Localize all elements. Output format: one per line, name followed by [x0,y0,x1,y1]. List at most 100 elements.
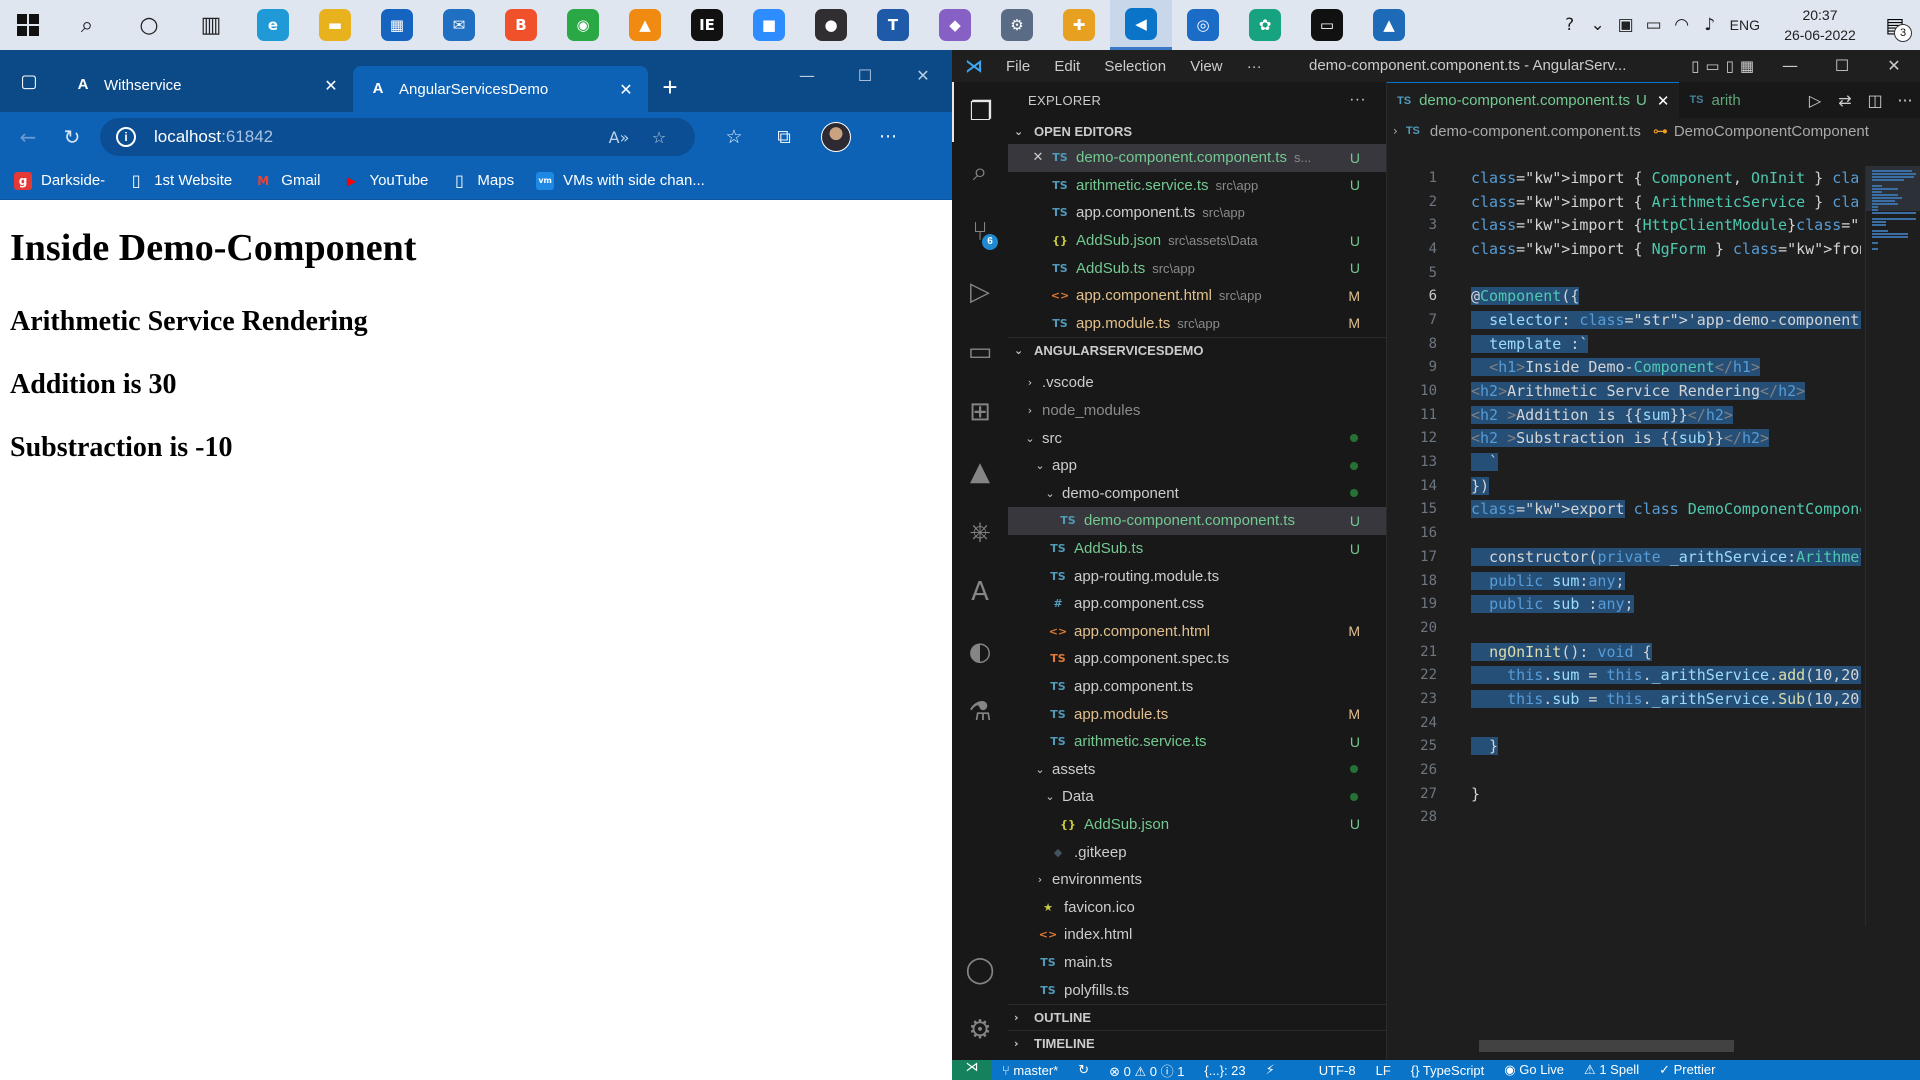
bookmark-item[interactable]: vm VMs with side chan... [536,171,705,190]
run-debug-icon[interactable]: ▷ [952,262,1008,322]
minimize-icon[interactable]: — [1764,50,1816,82]
edge-devtools-icon[interactable]: ◐ [952,622,1008,682]
help-icon[interactable]: ? [1556,15,1584,35]
menu-more[interactable]: ··· [1247,58,1262,75]
site-info-icon[interactable]: i [116,127,136,147]
file-item[interactable]: › node_modules [1008,397,1386,425]
file-item[interactable]: <> app.component.html src\app M [1008,282,1386,310]
outline-section[interactable]: › OUTLINE [1008,1004,1386,1030]
file-item[interactable]: ⌄ demo-component [1008,480,1386,508]
battery-icon[interactable]: ▭ [1640,15,1668,35]
editor-more-icon[interactable]: ··· [1890,91,1920,110]
taskbar-app-teams-t[interactable]: T [862,0,924,50]
explorer-icon[interactable]: ❐ [952,82,1008,142]
close-editor-icon[interactable]: ✕ [1030,150,1046,165]
taskbar-app-edge[interactable]: e [242,0,304,50]
taskbar-app-zoom[interactable]: ■ [738,0,800,50]
address-bar[interactable]: i localhost:61842 A» ☆ [100,118,695,156]
maximize-icon[interactable]: ☐ [836,66,894,85]
taskbar-app-photos[interactable]: ▲ [1358,0,1420,50]
file-item[interactable]: ✕ TS demo-component.component.ts s... U [1008,144,1386,172]
tab-close-icon[interactable]: ✕ [321,76,341,95]
status-spell[interactable]: ⚠ 1 Spell [1584,1062,1639,1078]
taskbar-app-mail[interactable]: ✉ [428,0,490,50]
taskbar-app-jetbrains[interactable]: IE [676,0,738,50]
file-item[interactable]: ⌄ src [1008,424,1386,452]
file-item[interactable]: TS AddSub.ts src\app U [1008,254,1386,282]
start-button[interactable] [0,0,56,50]
accounts-icon[interactable]: ◯ [952,940,1008,1000]
taskbar-app-vlc[interactable]: ▲ [614,0,676,50]
taskbar-app-brave[interactable]: B [490,0,552,50]
file-item[interactable]: {} AddSub.json U [1008,811,1386,839]
file-item[interactable]: <> index.html [1008,921,1386,949]
breadcrumb-file[interactable]: demo-component.component.ts [1430,123,1641,140]
taskbar-app-task-view[interactable]: ▥ [180,0,242,50]
source-control-icon[interactable]: ⑂ 6 [952,202,1008,262]
language-indicator[interactable]: ENG [1730,17,1760,33]
browser-tab-angularservicesdemo[interactable]: A AngularServicesDemo ✕ [353,66,648,112]
bookmark-item[interactable]: ▯ 1st Website [127,171,233,190]
status-encoding[interactable]: UTF-8 [1319,1063,1356,1078]
run-icon[interactable]: ▷ [1800,91,1830,110]
more-options-icon[interactable]: ··· [863,126,913,148]
file-item[interactable]: TS polyfills.ts [1008,976,1386,1004]
favorites-icon[interactable]: ☆ [709,126,759,148]
explorer-more-icon[interactable]: ··· [1349,91,1366,109]
new-tab-button[interactable]: + [648,64,692,110]
file-item[interactable]: ⌄ assets [1008,755,1386,783]
minimize-icon[interactable]: — [778,66,836,85]
file-item[interactable]: › .vscode [1008,369,1386,397]
menu-selection[interactable]: Selection [1104,58,1166,75]
search-icon[interactable]: ⌕ [952,142,1008,202]
tab-actions-icon[interactable]: ▢ [0,50,58,112]
timeline-section[interactable]: › TIMELINE [1008,1030,1386,1056]
file-item[interactable]: TS demo-component.component.ts U [1008,507,1386,535]
notification-center-button[interactable]: ▤ 3 [1870,0,1920,50]
file-item[interactable]: TS app.module.ts M [1008,700,1386,728]
sync-icon[interactable]: ↻ [1078,1062,1089,1078]
volume-icon[interactable]: ♪ [1696,15,1724,35]
file-item[interactable]: # app.component.css [1008,590,1386,618]
taskbar-app-search[interactable]: ⌕ [56,0,118,50]
status-prettier[interactable]: ✓ Prettier [1659,1062,1715,1078]
taskbar-app-tableau[interactable]: ✚ [1048,0,1110,50]
wifi-icon[interactable]: ◠ [1668,15,1696,35]
profile-avatar[interactable] [821,122,851,152]
file-item[interactable]: TS AddSub.ts U [1008,535,1386,563]
bookmark-item[interactable]: M Gmail [254,172,320,190]
browser-tab-withservice[interactable]: A Withservice ✕ [58,62,353,108]
kubernetes-icon[interactable]: ⎈ [952,502,1008,562]
angular-icon[interactable]: A [952,562,1008,622]
taskbar-app-visual-studio[interactable]: ◆ [924,0,986,50]
file-item[interactable]: TS arithmetic.service.ts src\app U [1008,172,1386,200]
close-icon[interactable]: ✕ [1868,50,1920,82]
file-item[interactable]: TS app.component.ts [1008,673,1386,701]
bookmark-item[interactable]: g Darkside- [14,171,105,190]
add-favorite-icon[interactable]: ☆ [639,128,679,147]
back-icon[interactable]: ← [6,119,50,155]
clock[interactable]: 20:37 26-06-2022 [1770,5,1870,45]
split-editor-icon[interactable]: ◫ [1860,91,1890,110]
taskbar-app-chatgpt[interactable]: ✿ [1234,0,1296,50]
file-item[interactable]: TS app-routing.module.ts [1008,562,1386,590]
file-item[interactable]: ◆ .gitkeep [1008,838,1386,866]
chevron-up-icon[interactable]: ⌄ [1584,15,1612,35]
open-editors-section[interactable]: ⌄ OPEN EDITORS [1008,118,1386,144]
settings-gear-icon[interactable]: ⚙ [952,1000,1008,1060]
tab-close-icon[interactable]: ✕ [1657,92,1670,110]
file-item[interactable]: <> app.component.html M [1008,618,1386,646]
bookmark-item[interactable]: ▯ Maps [450,171,514,190]
file-item[interactable]: TS arithmetic.service.ts U [1008,728,1386,756]
file-item[interactable]: TS app.component.ts src\app [1008,199,1386,227]
taskbar-app-record[interactable]: ◎ [1172,0,1234,50]
remote-indicator-icon[interactable]: ⋊ [952,1060,992,1080]
docker-icon[interactable]: ▲ [952,442,1008,502]
status-eol[interactable]: LF [1376,1063,1391,1078]
breadcrumb-symbol[interactable]: DemoComponentComponent [1674,123,1869,140]
collections-icon[interactable]: ⧉ [759,126,809,148]
file-item[interactable]: › environments [1008,866,1386,894]
read-aloud-icon[interactable]: A» [599,128,639,147]
taskbar-app-terminal[interactable]: ▭ [1296,0,1358,50]
device-icon[interactable]: ▣ [1612,15,1640,35]
